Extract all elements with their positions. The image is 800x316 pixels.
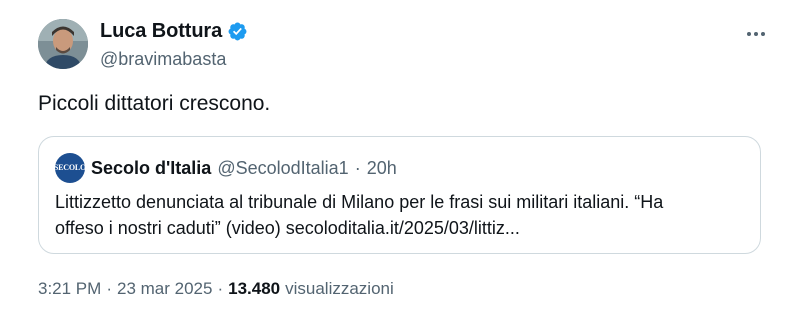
quoted-tweet-header: SECOLO Secolo d'Italia @SecolodItalia1 ·…	[55, 153, 397, 183]
quoted-separator: ·	[354, 157, 361, 178]
quoted-tweet-card[interactable]: SECOLO Secolo d'Italia @SecolodItalia1 ·…	[38, 136, 761, 254]
tweet-text: Piccoli dittatori crescono.	[38, 92, 271, 115]
meta-separator: ·	[217, 279, 224, 298]
meta-separator: ·	[106, 279, 112, 298]
author-avatar[interactable]	[38, 19, 88, 69]
quoted-avatar-logo-text: SECOLO	[55, 163, 85, 172]
quoted-author-avatar: SECOLO	[55, 153, 85, 183]
quoted-text-line-2: offeso i nostri caduti” (video) secolodi…	[55, 218, 520, 238]
views-count: 13.480	[228, 279, 281, 298]
views-label: visualizzazioni	[285, 279, 394, 298]
tweet-time[interactable]: 3:21 PM	[38, 279, 101, 299]
quoted-timestamp: 20h	[366, 157, 397, 178]
more-options-icon	[747, 32, 765, 36]
tweet-meta: 3:21 PM · 23 mar 2025 · 13.480 visualizz…	[38, 279, 394, 299]
quoted-author-name: Secolo d'Italia	[91, 157, 212, 178]
author-name-row: Luca Bottura	[100, 20, 248, 43]
tweet-date[interactable]: 23 mar 2025	[117, 279, 212, 299]
quoted-author-handle: @SecolodItalia1	[217, 157, 349, 178]
avatar-photo	[38, 19, 88, 69]
author-handle[interactable]: @bravimabasta	[100, 49, 226, 70]
verified-badge-icon	[228, 22, 247, 41]
more-options-button[interactable]	[742, 22, 770, 46]
author-display-name[interactable]: Luca Bottura	[100, 20, 222, 43]
quoted-text-line-1: Littizzetto denunciata al tribunale di M…	[55, 192, 664, 212]
quoted-tweet-text: Littizzetto denunciata al tribunale di M…	[55, 189, 746, 241]
